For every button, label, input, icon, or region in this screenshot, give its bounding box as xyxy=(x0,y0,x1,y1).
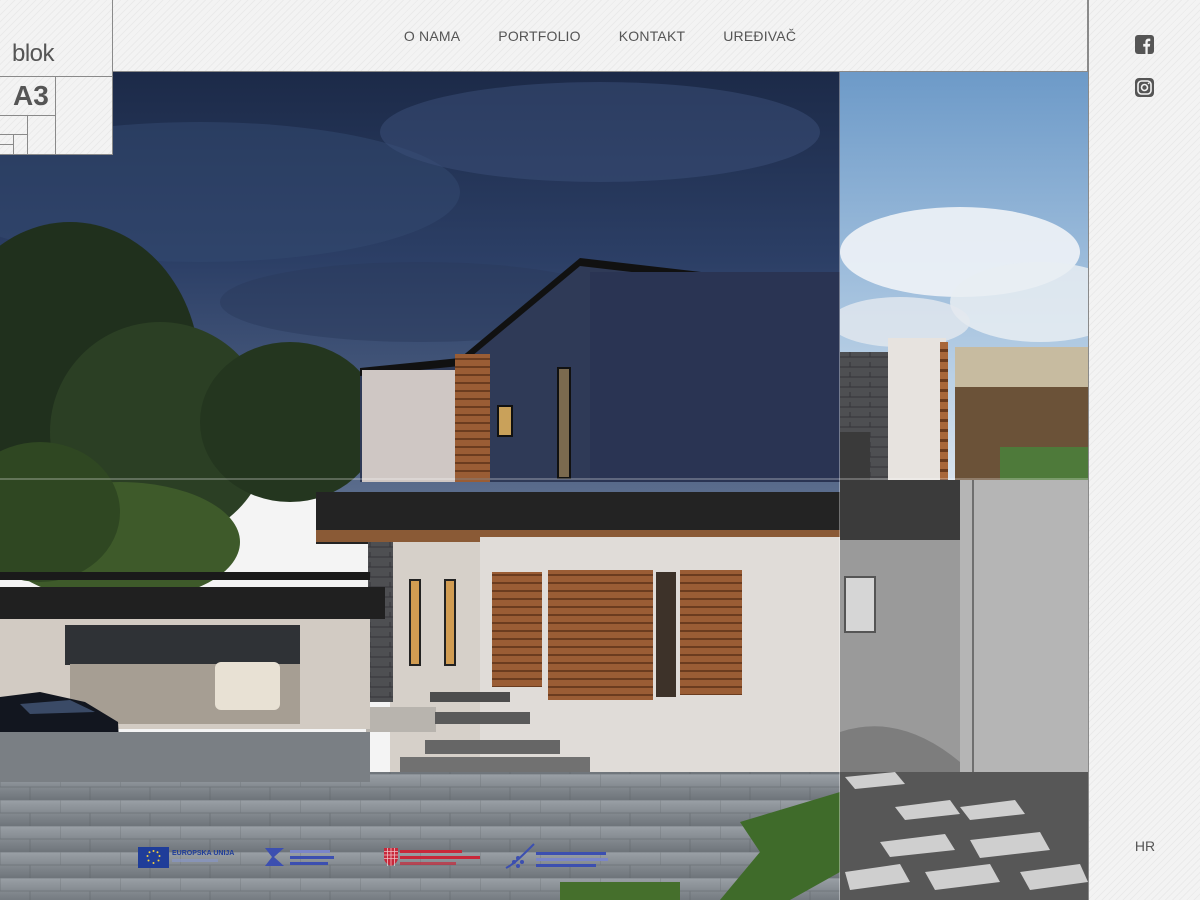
facebook-icon[interactable] xyxy=(1135,35,1154,54)
logo-mark: A3 xyxy=(13,80,49,111)
logo-grid-line xyxy=(0,144,14,145)
nav-link-portfolio[interactable]: PORTFOLIO xyxy=(498,28,580,44)
hero-render-image xyxy=(0,72,1088,900)
eu-flag-icon xyxy=(138,847,169,873)
nav-link-o-nama[interactable]: O NAMA xyxy=(404,28,460,44)
ministry-text-line xyxy=(400,856,480,859)
funds-text-line xyxy=(536,864,596,867)
structural-funds-icon xyxy=(504,842,538,879)
ministry-text-line xyxy=(400,850,462,853)
top-navigation-bar: O NAMA PORTFOLIO KONTAKT UREĐIVAČ xyxy=(113,0,1088,72)
fund-text-line xyxy=(290,850,330,853)
fund-text-line xyxy=(290,862,328,865)
logo-grid-line xyxy=(0,134,28,135)
ministry-text-line xyxy=(400,862,456,865)
funds-text-line xyxy=(536,858,608,861)
competitiveness-fund-icon xyxy=(262,844,288,875)
funding-logos: EUROPSKA UNIJA xyxy=(138,838,618,878)
logo-grid-line xyxy=(0,76,112,77)
right-sidebar: HR xyxy=(1088,0,1200,900)
language-switcher[interactable]: HR xyxy=(1089,838,1200,854)
logo-wordmark: blok xyxy=(12,40,55,67)
nav-link-kontakt[interactable]: KONTAKT xyxy=(619,28,685,44)
main-nav: O NAMA PORTFOLIO KONTAKT UREĐIVAČ xyxy=(113,0,1087,71)
eu-sub-line xyxy=(172,859,218,862)
croatia-coat-of-arms-icon xyxy=(384,848,398,871)
funds-text-line xyxy=(536,852,606,855)
fund-text-line xyxy=(290,856,334,859)
nav-link-uredivac[interactable]: UREĐIVAČ xyxy=(723,28,796,44)
logo-grid-line xyxy=(0,115,56,116)
site-logo[interactable]: blok A3 xyxy=(0,0,113,155)
eu-label: EUROPSKA UNIJA xyxy=(172,850,235,857)
instagram-icon[interactable] xyxy=(1135,78,1154,97)
